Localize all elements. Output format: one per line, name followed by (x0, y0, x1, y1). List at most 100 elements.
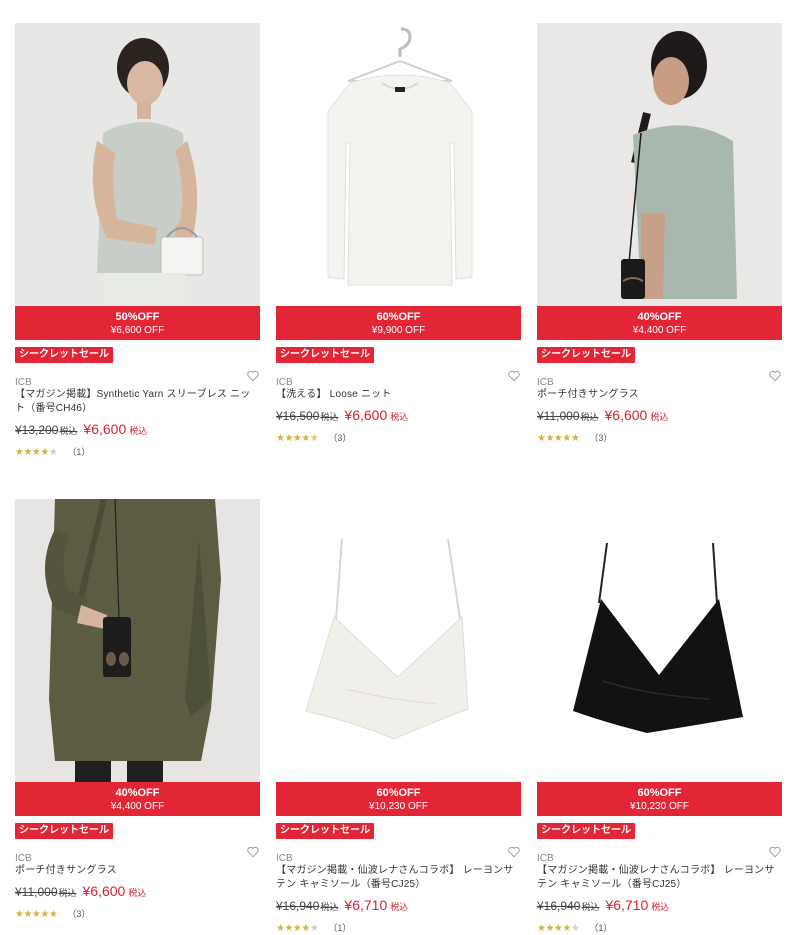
sale-price: ¥6,600 (82, 883, 126, 899)
rating-row: ★★★★★ （3） (276, 432, 521, 445)
sale-price: ¥6,710 (605, 897, 649, 913)
brand-name: ICB (15, 853, 32, 864)
sale-price: ¥6,600 (604, 407, 648, 423)
heart-outline-icon[interactable] (768, 369, 782, 383)
product-card[interactable]: 60%OFF ¥9,900 OFF シークレットセール ICB 【洗える】 Lo… (276, 23, 521, 445)
discount-percent: 40%OFF (115, 787, 160, 799)
product-name[interactable]: 【洗える】 Loose ニット (276, 388, 521, 402)
original-tax-label: 税込 (58, 888, 77, 898)
secret-sale-badge: シークレットセール (276, 347, 374, 363)
discount-amount: ¥10,230 OFF (630, 801, 689, 812)
secret-sale-badge: シークレットセール (15, 347, 113, 363)
discount-percent: 40%OFF (637, 311, 682, 323)
discount-banner: 40%OFF ¥4,400 OFF (15, 782, 260, 816)
discount-banner: 60%OFF ¥9,900 OFF (276, 306, 521, 340)
discount-percent: 60%OFF (376, 311, 421, 323)
original-tax-label: 税込 (320, 412, 339, 422)
star-icon: ★★★★★ (15, 909, 58, 920)
sale-tax-label: 税込 (390, 902, 409, 912)
product-name[interactable]: 【マガジン掲載・仙波レナさんコラボ】 レーヨンサテン キャミソール（番号CJ25… (276, 864, 521, 892)
discount-amount: ¥4,400 OFF (110, 801, 165, 812)
discount-banner: 50%OFF ¥6,600 OFF (15, 306, 260, 340)
product-name[interactable]: ポーチ付きサングラス (537, 388, 782, 402)
brand-row: ICB (276, 369, 521, 388)
brand-row: ICB (537, 369, 782, 388)
product-image[interactable]: 60%OFF ¥9,900 OFF (276, 23, 521, 340)
brand-row: ICB (15, 845, 260, 864)
star-icon: ★★★★★ (276, 433, 319, 444)
original-price: ¥16,940 (276, 899, 320, 913)
product-card[interactable]: 60%OFF ¥10,230 OFF シークレットセール ICB 【マガジン掲載… (537, 499, 782, 935)
product-photo-woman-sunglasses-pouch (537, 23, 782, 340)
heart-outline-icon[interactable] (246, 369, 260, 383)
sale-price: ¥6,710 (344, 897, 388, 913)
brand-name: ICB (537, 853, 554, 864)
discount-percent: 50%OFF (115, 311, 160, 323)
heart-outline-icon[interactable] (507, 845, 521, 859)
product-image[interactable]: 60%OFF ¥10,230 OFF (276, 499, 521, 816)
original-price: ¥16,940 (537, 899, 581, 913)
sale-tax-label: 税込 (650, 412, 669, 422)
secret-sale-badge: シークレットセール (276, 823, 374, 839)
discount-banner: 40%OFF ¥4,400 OFF (537, 306, 782, 340)
brand-row: ICB (276, 845, 521, 864)
original-price: ¥16,500 (276, 409, 320, 423)
review-count: （1） (589, 923, 613, 933)
original-tax-label: 税込 (580, 412, 599, 422)
product-image[interactable]: 40%OFF ¥4,400 OFF (15, 499, 260, 816)
product-grid: 50%OFF ¥6,600 OFF シークレットセール ICB 【マガジン掲載】… (0, 0, 806, 934)
sale-tax-label: 税込 (390, 412, 409, 422)
discount-percent: 60%OFF (637, 787, 682, 799)
product-photo-woman-grey-top (15, 23, 260, 340)
review-count: （3） (328, 433, 352, 443)
secret-sale-badge: シークレットセール (537, 347, 635, 363)
review-count: （3） (67, 909, 91, 919)
product-card[interactable]: 60%OFF ¥10,230 OFF シークレットセール ICB 【マガジン掲載… (276, 499, 521, 935)
discount-amount: ¥10,230 OFF (369, 801, 428, 812)
discount-banner: 60%OFF ¥10,230 OFF (276, 782, 521, 816)
original-tax-label: 税込 (581, 902, 600, 912)
product-card[interactable]: 50%OFF ¥6,600 OFF シークレットセール ICB 【マガジン掲載】… (15, 23, 260, 459)
product-photo-black-camisole (537, 499, 782, 816)
price-row: ¥16,940税込 ¥6,710 税込 (276, 897, 521, 915)
heart-outline-icon[interactable] (768, 845, 782, 859)
discount-amount: ¥9,900 OFF (371, 325, 426, 336)
star-icon: ★★★★★ (537, 923, 580, 934)
discount-amount: ¥6,600 OFF (110, 325, 165, 336)
sale-price: ¥6,600 (344, 407, 388, 423)
product-name[interactable]: 【マガジン掲載】Synthetic Yarn スリーブレス ニット（番号CH46… (15, 388, 260, 416)
rating-row: ★★★★★ （1） (537, 922, 782, 935)
product-card[interactable]: 40%OFF ¥4,400 OFF シークレットセール ICB ポーチ付きサング… (15, 499, 260, 921)
price-row: ¥16,940税込 ¥6,710 税込 (537, 897, 782, 915)
star-icon: ★★★★★ (15, 447, 58, 458)
rating-row: ★★★★★ （1） (15, 446, 260, 459)
product-image[interactable]: 60%OFF ¥10,230 OFF (537, 499, 782, 816)
original-tax-label: 税込 (320, 902, 339, 912)
heart-outline-icon[interactable] (246, 845, 260, 859)
price-row: ¥13,200税込 ¥6,600 税込 (15, 421, 260, 439)
sale-tax-label: 税込 (651, 902, 670, 912)
sale-tax-label: 税込 (129, 426, 148, 436)
heart-outline-icon[interactable] (507, 369, 521, 383)
product-photo-olive-tunic (15, 499, 260, 816)
brand-name: ICB (276, 853, 293, 864)
brand-name: ICB (537, 377, 554, 388)
review-count: （3） (589, 433, 613, 443)
product-photo-white-knit (276, 23, 521, 340)
star-icon: ★★★★★ (537, 433, 580, 444)
brand-row: ICB (537, 845, 782, 864)
discount-amount: ¥4,400 OFF (632, 325, 687, 336)
product-name[interactable]: ポーチ付きサングラス (15, 864, 260, 878)
sale-price: ¥6,600 (83, 421, 127, 437)
review-count: （1） (328, 923, 352, 933)
product-image[interactable]: 50%OFF ¥6,600 OFF (15, 23, 260, 340)
brand-name: ICB (276, 377, 293, 388)
product-image[interactable]: 40%OFF ¥4,400 OFF (537, 23, 782, 340)
product-card[interactable]: 40%OFF ¥4,400 OFF シークレットセール ICB ポーチ付きサング… (537, 23, 782, 445)
review-count: （1） (67, 447, 91, 457)
secret-sale-badge: シークレットセール (15, 823, 113, 839)
product-name[interactable]: 【マガジン掲載・仙波レナさんコラボ】 レーヨンサテン キャミソール（番号CJ25… (537, 864, 782, 892)
rating-row: ★★★★★ （3） (15, 908, 260, 921)
rating-row: ★★★★★ （1） (276, 922, 521, 935)
original-price: ¥13,200 (15, 423, 59, 437)
